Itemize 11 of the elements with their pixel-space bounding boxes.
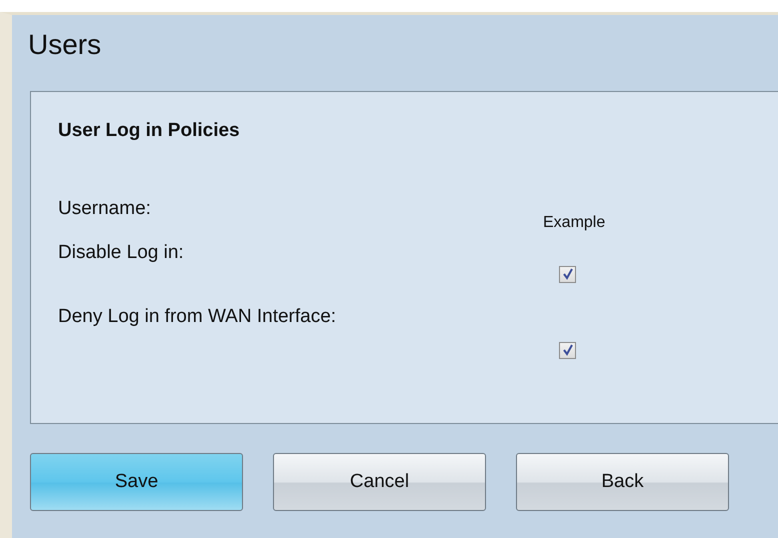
checkbox[interactable] (559, 266, 576, 282)
field-label: Username: (58, 198, 152, 221)
field-value: Example (543, 213, 606, 232)
field-label: Disable Log in: (58, 242, 185, 265)
page-title: Users (27, 28, 102, 62)
checkbox[interactable] (559, 342, 576, 358)
action-button[interactable]: Save (30, 453, 243, 511)
action-button[interactable]: Cancel (273, 453, 486, 511)
field-label: Deny Log in from WAN Interface: (58, 306, 338, 329)
section-title: User Log in Policies (58, 120, 240, 142)
action-button[interactable]: Back (516, 453, 729, 511)
